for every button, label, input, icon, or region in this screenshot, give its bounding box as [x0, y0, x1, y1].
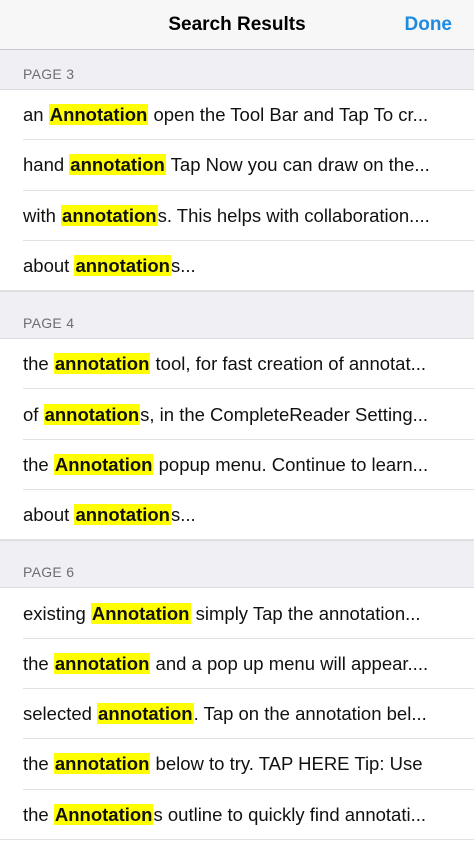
search-result-text: hand annotation Tap Now you can draw on …: [23, 154, 454, 176]
search-result-text: the annotation tool, for fast creation o…: [23, 353, 454, 375]
result-text-before: an: [23, 104, 49, 126]
search-result-text: the annotation and a pop up menu will ap…: [23, 652, 454, 675]
search-result-row[interactable]: the Annotation popup menu. Continue to l…: [0, 439, 474, 491]
section-header: PAGE 6: [0, 540, 474, 589]
search-term-highlight: annotation: [61, 204, 158, 226]
result-text-after: s outline to quickly find annotati...: [153, 803, 427, 825]
search-term-highlight: annotation: [69, 154, 166, 176]
search-term-highlight: Annotation: [48, 104, 149, 126]
result-text-before: about: [23, 504, 75, 526]
search-results-screen: Search Results Done PAGE 3 an Annotation …: [0, 0, 474, 842]
result-text-before: the: [23, 803, 54, 825]
search-result-row[interactable]: selected annotation. Tap on the annotati…: [0, 688, 474, 740]
result-text-after: simply Tap the annotation...: [190, 602, 421, 624]
search-result-text: existing Annotation simply Tap the annot…: [23, 602, 454, 625]
result-text-before: selected: [23, 703, 98, 725]
search-result-text: selected annotation. Tap on the annotati…: [23, 703, 454, 725]
search-term-highlight: annotation: [74, 255, 171, 277]
page-title: Search Results: [168, 14, 306, 35]
search-result-row[interactable]: about annotations...: [0, 490, 474, 541]
result-text-before: the: [23, 453, 54, 475]
search-term-highlight: annotation: [53, 353, 151, 375]
search-result-text: with annotations. This helps with collab…: [23, 204, 454, 227]
result-text-before: the: [23, 353, 54, 375]
search-result-row[interactable]: hand annotation Tap Now you can draw on …: [0, 140, 474, 191]
result-text-after: Tap Now you can draw on the...: [165, 154, 430, 176]
result-text-after: popup menu. Continue to learn...: [153, 453, 429, 475]
result-text-before: the: [23, 753, 54, 775]
search-term-highlight: Annotation: [53, 803, 154, 825]
navigation-bar: Search Results Done: [0, 0, 474, 50]
search-result-row[interactable]: the annotation and a pop up menu will ap…: [0, 638, 474, 690]
search-result-row[interactable]: the Annotations outline to quickly find …: [0, 789, 474, 841]
search-result-text: about annotations...: [23, 255, 454, 277]
search-term-highlight: Annotation: [90, 602, 191, 624]
search-result-text: of annotations, in the CompleteReader Se…: [23, 403, 454, 426]
result-text-before: about: [23, 255, 75, 277]
result-text-after: below to try. TAP HERE Tip: Use: [150, 753, 423, 775]
search-result-row[interactable]: the annotation below to try. TAP HERE Ti…: [0, 739, 474, 790]
result-text-after: . Tap on the annotation bel...: [193, 703, 427, 725]
search-result-row[interactable]: about annotations...: [0, 240, 474, 292]
search-term-highlight: Annotation: [53, 453, 154, 475]
result-text-after: s. This helps with collaboration....: [157, 204, 430, 226]
section-header: PAGE 3: [0, 50, 474, 90]
result-text-before: of: [23, 403, 44, 425]
search-result-text: the Annotations outline to quickly find …: [23, 803, 454, 826]
search-result-text: the Annotation popup menu. Continue to l…: [23, 453, 454, 476]
search-term-highlight: annotation: [43, 403, 141, 425]
section-header: PAGE 4: [0, 291, 474, 340]
search-results-list[interactable]: PAGE 3 an Annotation open the Tool Bar an…: [0, 50, 474, 841]
search-result-text: about annotations...: [23, 504, 454, 526]
result-text-after: tool, for fast creation of annotat...: [150, 353, 427, 375]
result-text-before: hand: [23, 154, 70, 176]
search-term-highlight: annotation: [53, 753, 151, 775]
search-result-text: an Annotation open the Tool Bar and Tap …: [23, 104, 454, 126]
result-text-after: and a pop up menu will appear....: [150, 652, 429, 674]
result-text-after: s, in the CompleteReader Setting...: [140, 403, 429, 425]
search-term-highlight: annotation: [74, 504, 171, 526]
search-result-row[interactable]: the annotation tool, for fast creation o…: [0, 339, 474, 390]
search-result-row[interactable]: of annotations, in the CompleteReader Se…: [0, 389, 474, 441]
search-term-highlight: annotation: [53, 652, 151, 674]
result-text-after: s...: [170, 255, 196, 277]
result-text-before: existing: [23, 602, 91, 624]
search-result-row[interactable]: an Annotation open the Tool Bar and Tap …: [0, 90, 474, 141]
search-term-highlight: annotation: [97, 703, 194, 725]
result-text-after: open the Tool Bar and Tap To cr...: [148, 104, 429, 126]
search-result-text: the annotation below to try. TAP HERE Ti…: [23, 753, 454, 775]
done-button[interactable]: Done: [405, 0, 453, 50]
result-text-after: s...: [170, 504, 196, 526]
result-text-before: the: [23, 652, 54, 674]
result-text-before: with: [23, 204, 62, 226]
search-result-row[interactable]: existing Annotation simply Tap the annot…: [0, 588, 474, 639]
search-result-row[interactable]: with annotations. This helps with collab…: [0, 190, 474, 242]
